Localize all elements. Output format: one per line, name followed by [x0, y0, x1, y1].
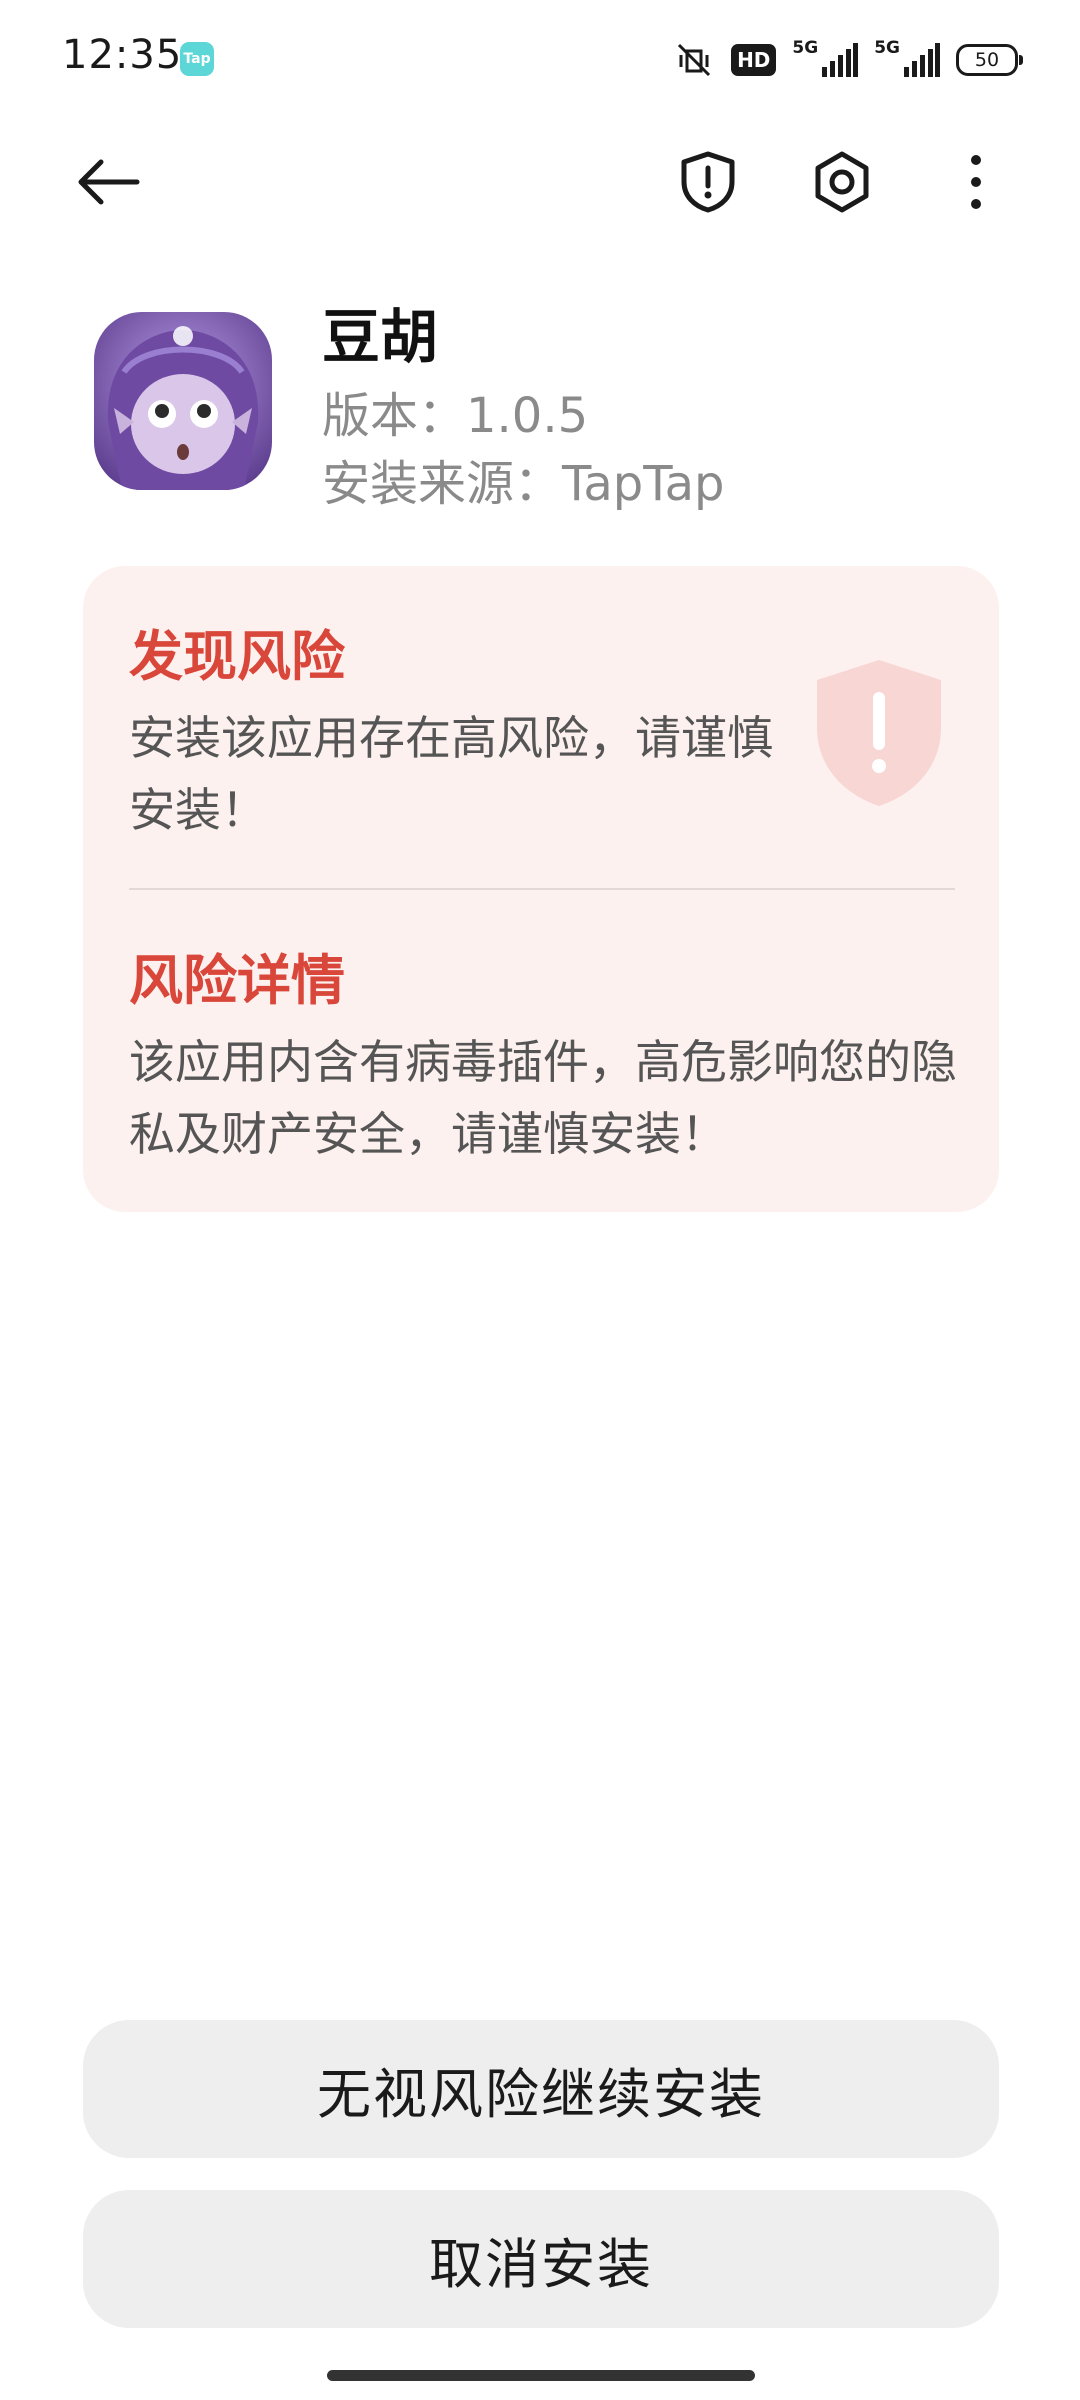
card-divider [129, 888, 955, 890]
more-vertical-icon [971, 155, 981, 209]
battery-level: 50 [974, 49, 1000, 71]
arrow-left-icon [78, 159, 140, 205]
settings-hexagon-icon [815, 151, 869, 213]
risk-found-title: 发现风险 [129, 625, 345, 688]
hd-voice-badge: HD [731, 44, 777, 76]
settings-button[interactable] [790, 130, 894, 234]
warning-shield-icon [817, 660, 941, 806]
app-icon [94, 312, 272, 490]
app-version: 版本：1.0.5 [322, 388, 589, 444]
security-button[interactable] [656, 130, 760, 234]
battery-icon: 50 [956, 44, 1023, 76]
install-source: 安装来源：TapTap [322, 456, 725, 512]
back-button[interactable] [56, 130, 160, 234]
app-name: 豆胡 [322, 303, 439, 371]
cancel-install-button[interactable]: 取消安装 [83, 2190, 999, 2328]
taptap-notification-icon: Tap [180, 42, 214, 76]
signal-2-label: 5G [874, 38, 900, 58]
install-risk-page: 12:35 Tap HD 5G 5G 50 豆胡 版本：1.0.5 安装来源：T… [0, 0, 1080, 2400]
status-time: 12:35 [62, 32, 183, 78]
vibrate-mute-icon [678, 43, 711, 77]
home-indicator[interactable] [327, 2370, 755, 2381]
signal-2-icon [904, 43, 940, 77]
risk-details-text: 该应用内含有病毒插件，高危影响您的隐私及财产安全，请谨慎安装！ [129, 1035, 957, 1161]
signal-1-icon [822, 43, 859, 77]
continue-install-button[interactable]: 无视风险继续安装 [83, 2020, 999, 2158]
shield-alert-icon [681, 151, 735, 213]
more-button[interactable] [924, 130, 1028, 234]
status-bar: 12:35 Tap HD 5G 5G 50 [0, 0, 1080, 120]
risk-found-text: 安装该应用存在高风险，请谨慎安装！ [129, 711, 773, 837]
risk-card: 发现风险 安装该应用存在高风险，请谨慎安装！ 风险详情 该应用内含有病毒插件，高… [83, 566, 999, 1212]
risk-details-title: 风险详情 [129, 949, 345, 1012]
status-indicators: HD 5G 5G 50 [673, 36, 1023, 84]
signal-1-label: 5G [792, 38, 819, 58]
top-toolbar [0, 130, 1080, 234]
app-character-icon [94, 312, 272, 490]
